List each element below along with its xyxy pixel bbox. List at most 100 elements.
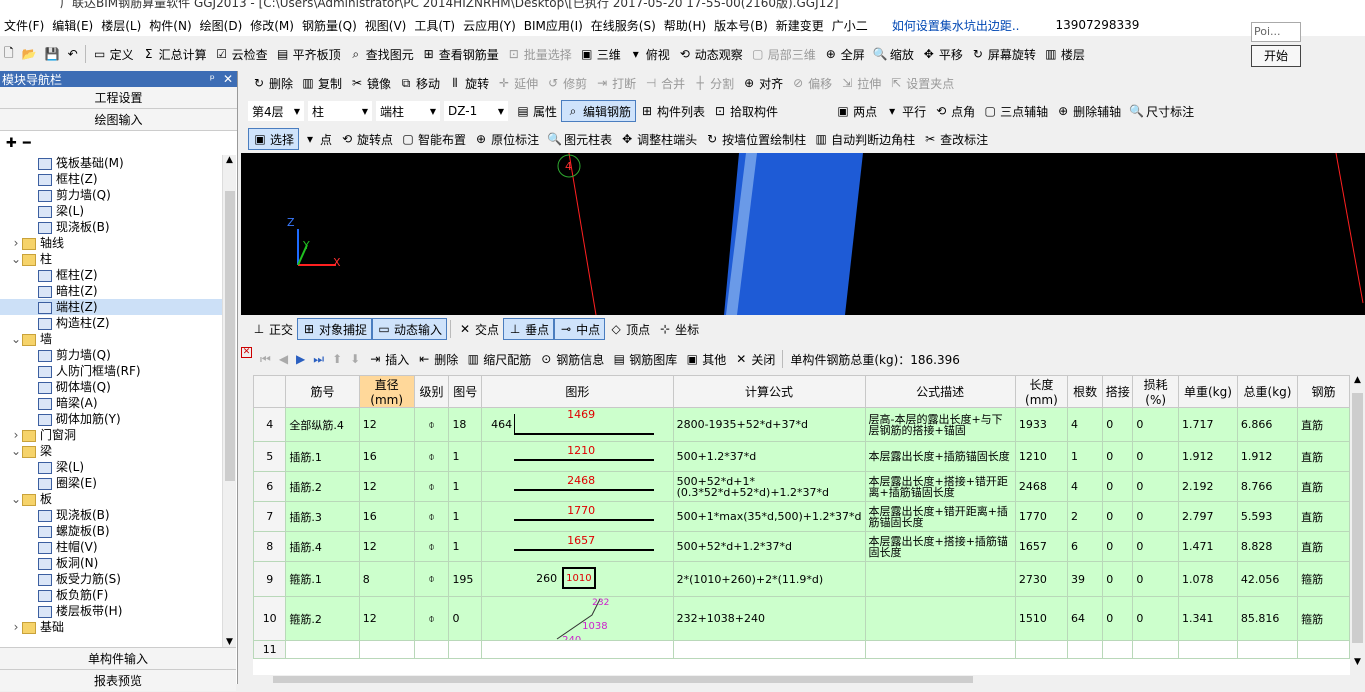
toolbar1-button-2[interactable]: ☑ 云检查 (211, 43, 272, 65)
snap-button-5[interactable]: ⊸ 中点 (554, 318, 606, 340)
combo-name[interactable]: DZ-1 ▼ (444, 101, 508, 121)
tree-scrollbar[interactable]: ▲ ▼ (222, 155, 236, 647)
nav-footer-report-preview[interactable]: 报表预览 (0, 669, 236, 691)
diameter-cell[interactable]: 8 (358, 561, 415, 597)
rebar-name-cell[interactable]: 插筋.2 (285, 471, 360, 502)
loss-cell[interactable] (1132, 640, 1180, 659)
snap-button-6[interactable]: ◇ 顶点 (605, 318, 654, 340)
column-header-12[interactable]: 单重(kg) (1178, 375, 1238, 408)
toolbar2-button-1[interactable]: ▥ 复制 (297, 72, 346, 94)
figure-no-cell[interactable]: 1 (448, 501, 483, 532)
grade-cell[interactable]: ⌽ (413, 596, 450, 641)
last-icon[interactable]: ⏭ (309, 348, 328, 370)
rebar-type-cell[interactable]: 直筋 (1297, 441, 1350, 472)
tree-expand-icon[interactable]: › (10, 427, 22, 443)
toolbar3-button-1[interactable]: ⌕ 编辑钢筋 (561, 100, 637, 122)
menu-item-12[interactable]: 帮助(H) (660, 17, 710, 34)
table-row[interactable]: 9 箍筋.1 8 ⌽ 195 260 1010 2*(1010+260)+2*(11.9*d)… (253, 561, 1350, 597)
toolbar2-button-10[interactable]: ⊕ 对齐 (738, 72, 787, 94)
toolbar4-button-0[interactable]: ▣ 选择 (248, 128, 300, 150)
toolbar3-button-4[interactable]: ▣ 两点 (832, 100, 881, 122)
menu-item-10[interactable]: BIM应用(I) (520, 17, 587, 34)
lap-cell[interactable]: 0 (1102, 407, 1134, 442)
row-number-cell[interactable]: 4 (253, 407, 287, 442)
length-cell[interactable]: 2468 (1014, 471, 1068, 502)
tree-expand-icon[interactable]: ⌄ (10, 251, 22, 267)
formula-cell[interactable]: 500+52*d+1*(0.3*52*d+52*d)+1.2*37*d (672, 471, 866, 502)
table-row[interactable]: 4 全部纵筋.4 12 ⌽ 18 464 1469 2800-1935+52*d+37*d 层高… (253, 407, 1350, 442)
total-weight-cell[interactable]: 85.816 (1236, 596, 1299, 641)
grid-button-4[interactable]: ▤ 钢筋图库 (608, 348, 681, 370)
toolbar4-button-7[interactable]: ↻ 按墙位置绘制柱 (701, 128, 810, 150)
shape-cell[interactable]: 464 1469 (481, 407, 674, 442)
toolbar1-button-1[interactable]: Σ 汇总计算 (138, 43, 211, 65)
pin-icon[interactable]: ᵖ (210, 72, 215, 86)
toolbar3-button-8[interactable]: ⊕ 删除辅轴 (1052, 100, 1125, 122)
combo-floor[interactable]: 第4层 ▼ (248, 101, 304, 121)
formula-cell[interactable]: 500+1.2*37*d (672, 441, 866, 472)
grade-cell[interactable]: ⌽ (413, 471, 450, 502)
tree-item[interactable]: 板负筋(F) (0, 587, 222, 603)
grade-cell[interactable]: ⌽ (413, 407, 450, 442)
toolbar1-button-4[interactable]: ⌕ 查找图元 (345, 43, 418, 65)
tree-item[interactable]: 筏板基础(M) (0, 155, 222, 171)
loss-cell[interactable]: 0 (1132, 407, 1180, 442)
loss-cell[interactable]: 0 (1132, 531, 1180, 562)
toolbar2-button-0[interactable]: ↻ 删除 (248, 72, 297, 94)
toolbar2-button-7[interactable]: ⇥ 打断 (591, 72, 640, 94)
rebar-type-cell[interactable]: 直筋 (1297, 531, 1350, 562)
row-number-cell[interactable]: 7 (253, 501, 287, 532)
unit-weight-cell[interactable]: 1.717 (1178, 407, 1238, 442)
count-cell[interactable] (1066, 640, 1104, 659)
column-header-3[interactable]: 级别 (413, 375, 450, 408)
toolbar3-button-0[interactable]: ▤ 属性 (512, 100, 561, 122)
figure-no-cell[interactable]: 195 (448, 561, 483, 597)
diameter-cell[interactable]: 16 (358, 501, 415, 532)
nav-section-drawing-input[interactable]: 绘图输入 (0, 109, 237, 131)
row-number-cell[interactable]: 9 (253, 561, 287, 597)
rebar-type-cell[interactable]: 直筋 (1297, 471, 1350, 502)
shape-cell[interactable]: 1210 (481, 441, 674, 472)
figure-no-cell[interactable] (448, 640, 483, 659)
scroll-thumb[interactable] (225, 191, 235, 481)
toolbar1-button-14[interactable]: ↻ 屏幕旋转 (967, 43, 1040, 65)
grade-cell[interactable]: ⌽ (413, 501, 450, 532)
rebar-name-cell[interactable]: 插筋.4 (285, 531, 360, 562)
column-header-5[interactable]: 图形 (481, 375, 674, 408)
grid-scroll-up-icon[interactable]: ▲ (1350, 375, 1365, 385)
count-cell[interactable]: 1 (1066, 441, 1104, 472)
tree-item[interactable]: 暗柱(Z) (0, 283, 222, 299)
grade-cell[interactable] (413, 640, 450, 659)
toolbar1-button-12[interactable]: 🔍 缩放 (869, 43, 918, 65)
count-cell[interactable]: 64 (1066, 596, 1104, 641)
description-cell[interactable]: 本层露出长度+搭接+插筋锚固长度 (864, 531, 1016, 562)
lap-cell[interactable]: 0 (1102, 471, 1134, 502)
length-cell[interactable] (1014, 640, 1068, 659)
snap-button-4[interactable]: ⊥ 垂点 (503, 318, 555, 340)
grade-cell[interactable]: ⌽ (413, 441, 450, 472)
toolbar2-button-2[interactable]: ✂ 镜像 (346, 72, 395, 94)
menu-item-15[interactable]: 广小二 (828, 17, 872, 34)
lap-cell[interactable]: 0 (1102, 441, 1134, 472)
menu-item-2[interactable]: 楼层(L) (97, 17, 145, 34)
combo-type[interactable]: 柱 ▼ (308, 101, 372, 121)
column-header-13[interactable]: 总重(kg) (1236, 375, 1299, 408)
column-header-14[interactable]: 钢筋 (1297, 375, 1350, 408)
shape-cell[interactable]: 1770 (481, 501, 674, 532)
toolbar2-button-13[interactable]: ⇱ 设置夹点 (885, 72, 958, 94)
unit-weight-cell[interactable]: 2.797 (1178, 501, 1238, 532)
unit-weight-cell[interactable]: 1.341 (1178, 596, 1238, 641)
tree-item[interactable]: 构造柱(Z) (0, 315, 222, 331)
column-header-9[interactable]: 根数 (1066, 375, 1104, 408)
column-header-10[interactable]: 搭接 (1102, 375, 1134, 408)
length-cell[interactable]: 2730 (1014, 561, 1068, 597)
tree-item[interactable]: 现浇板(B) (0, 219, 222, 235)
grid-scroll-down-icon[interactable]: ▼ (1350, 657, 1365, 667)
menu-item-0[interactable]: 文件(F) (0, 17, 48, 34)
unit-weight-cell[interactable]: 1.078 (1178, 561, 1238, 597)
loss-cell[interactable]: 0 (1132, 561, 1180, 597)
toolbar4-button-9[interactable]: ✂ 查改标注 (919, 128, 992, 150)
description-cell[interactable]: 本层露出长度+错开距离+插筋锚固长度 (864, 501, 1016, 532)
nav-footer-single-input[interactable]: 单构件输入 (0, 647, 236, 669)
rebar-name-cell[interactable]: 箍筋.1 (285, 561, 360, 597)
